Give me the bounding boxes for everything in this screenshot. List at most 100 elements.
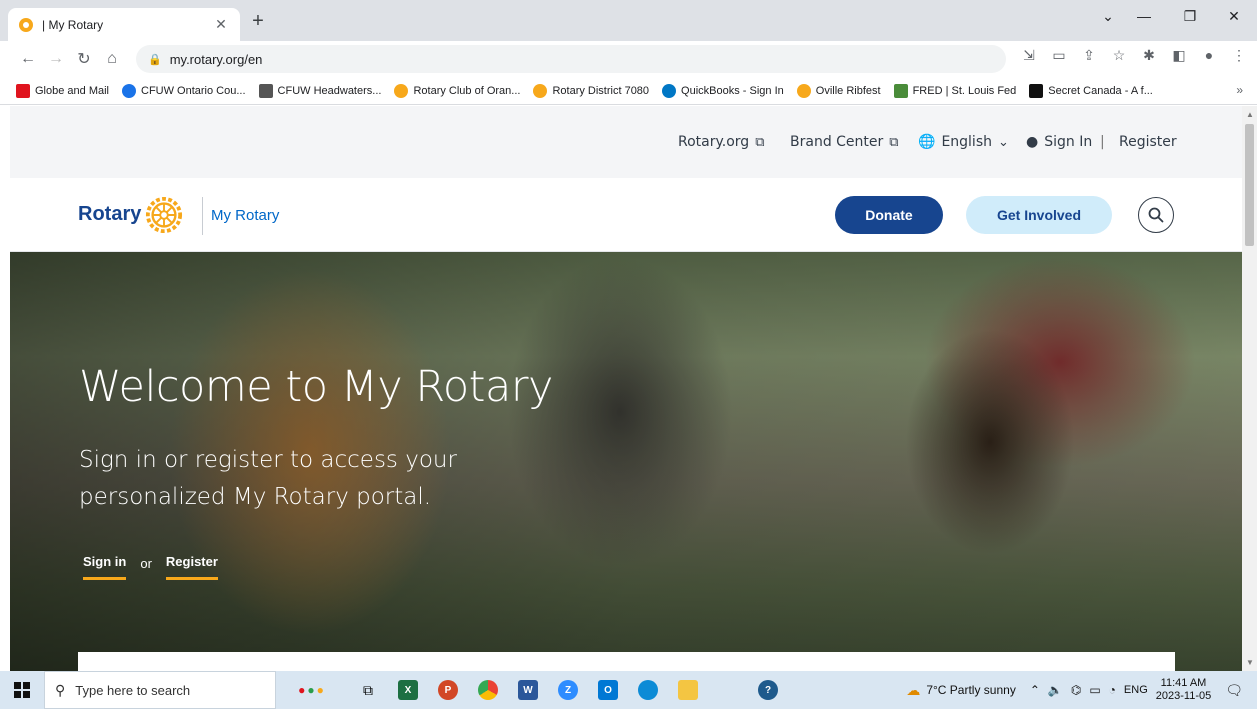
new-tab-icon[interactable]: + — [246, 10, 270, 34]
browser-tab[interactable]: | My Rotary ✕ — [8, 8, 240, 41]
tray-chevron-up-icon[interactable]: ⌃ — [1030, 683, 1040, 697]
page-viewport: Rotary.org ⧉ Brand Center ⧉ 🌐 English ⌄ ● Sig… — [10, 106, 1242, 671]
register-link[interactable]: Register — [1119, 134, 1177, 150]
bookmark-item[interactable]: CFUW Headwaters... — [258, 83, 381, 98]
sign-in-link[interactable]: ● Sign In — [1026, 134, 1092, 150]
my-rotary-label[interactable]: My Rotary — [211, 207, 279, 224]
bookmark-item[interactable]: Oville Ribfest — [796, 83, 881, 98]
minimize-icon[interactable]: — — [1121, 0, 1167, 32]
search-icon: ⚲ — [55, 681, 66, 698]
notifications-icon[interactable]: 🗨 — [1225, 682, 1243, 699]
word-icon[interactable]: W — [508, 671, 548, 709]
file-explorer-icon[interactable] — [668, 671, 708, 709]
utility-separator: | — [1100, 134, 1105, 150]
reload-icon[interactable]: ↻ — [70, 45, 98, 73]
scroll-down-icon[interactable]: ▼ — [1246, 658, 1254, 667]
excel-icon[interactable]: X — [388, 671, 428, 709]
network-icon[interactable]: ⌬ — [1071, 683, 1081, 697]
search-button[interactable] — [1138, 197, 1174, 233]
hero-register-link[interactable]: Register — [165, 554, 218, 580]
search-highlight-icon[interactable]: ●●● — [276, 671, 348, 709]
clock-time: 11:41 AM — [1160, 677, 1207, 689]
task-view-icon[interactable]: ⧉ — [348, 671, 388, 709]
back-icon[interactable]: ← — [14, 45, 42, 73]
lock-icon: 🔒 — [148, 53, 162, 66]
globe-icon — [122, 83, 136, 98]
search-icon — [1148, 207, 1164, 223]
donate-button[interactable]: Donate — [835, 196, 943, 234]
weather-text[interactable]: 7°C Partly sunny — [926, 683, 1016, 697]
menu-icon[interactable]: ⋮ — [1228, 47, 1250, 64]
brand-center-link[interactable]: Brand Center ⧉ — [790, 134, 899, 150]
bookmark-star-icon[interactable]: ☆ — [1108, 47, 1130, 64]
bookmarks-bar: Globe and Mail CFUW Ontario Cou... CFUW … — [0, 77, 1257, 105]
bookmark-item[interactable]: Globe and Mail — [16, 83, 109, 98]
rotary-wheel-icon — [796, 83, 811, 98]
bookmark-item[interactable]: FRED | St. Louis Fed — [893, 83, 1016, 98]
maple-leaf-icon — [16, 83, 30, 98]
windows-start-button[interactable] — [0, 671, 44, 709]
wifi-icon[interactable]: ◔ — [1109, 683, 1116, 697]
hero-title: Welcome to My Rotary — [79, 362, 554, 412]
bookmark-item[interactable]: Rotary District 7080 — [533, 83, 649, 98]
language-selector[interactable]: 🌐 English ⌄ — [918, 134, 1009, 150]
language-indicator[interactable]: ENG — [1124, 684, 1148, 696]
address-bar[interactable]: 🔒 my.rotary.org/en — [136, 45, 1006, 73]
chevron-down-icon: ⌄ — [998, 134, 1009, 150]
get-involved-button[interactable]: Get Involved — [966, 196, 1112, 234]
rotary-wheel-icon — [533, 83, 548, 98]
install-icon[interactable]: ⇲ — [1018, 47, 1040, 64]
hero-sign-in-link[interactable]: Sign in — [83, 554, 127, 580]
rotary-org-link[interactable]: Rotary.org ⧉ — [678, 134, 765, 150]
edge-icon[interactable] — [628, 671, 668, 709]
weather-icon[interactable]: ☁ — [906, 682, 920, 699]
quickbooks-icon — [662, 83, 677, 98]
content-card — [78, 652, 1175, 671]
tab-title: | My Rotary — [42, 17, 104, 32]
side-panel-icon[interactable]: ◧ — [1168, 47, 1190, 64]
restore-icon[interactable]: ❐ — [1167, 0, 1213, 32]
page-scrollbar[interactable]: ▲ ▼ — [1242, 106, 1257, 671]
bookmark-item[interactable]: Secret Canada - A f... — [1029, 83, 1153, 98]
rotary-favicon-icon — [19, 17, 33, 32]
external-link-icon: ⧉ — [889, 134, 899, 150]
rotary-wheel-icon[interactable] — [145, 196, 183, 234]
home-icon[interactable]: ⌂ — [98, 45, 126, 73]
extensions-icon[interactable]: ✱ — [1138, 47, 1160, 64]
battery-icon[interactable]: ▭ — [1089, 683, 1100, 697]
close-window-icon[interactable]: ✕ — [1211, 0, 1257, 32]
zoom-icon[interactable]: Z — [548, 671, 588, 709]
forward-icon[interactable]: → — [42, 45, 70, 73]
header-divider — [202, 197, 203, 235]
chart-icon — [893, 83, 908, 98]
volume-icon[interactable]: 🔈 — [1048, 683, 1063, 697]
close-tab-icon[interactable]: ✕ — [212, 16, 230, 33]
outlook-icon[interactable]: O — [588, 671, 628, 709]
bookmark-item[interactable]: QuickBooks - Sign In — [662, 83, 784, 98]
reader-icon[interactable]: ▭ — [1048, 47, 1070, 64]
profile-icon[interactable]: ● — [1198, 47, 1220, 64]
taskbar-search[interactable]: ⚲ Type here to search — [44, 671, 276, 709]
taskbar-clock[interactable]: 11:41 AM 2023-11-05 — [1156, 677, 1211, 703]
powerpoint-icon[interactable]: P — [428, 671, 468, 709]
bookmark-item[interactable]: CFUW Ontario Cou... — [122, 83, 246, 98]
help-icon[interactable]: ? — [748, 671, 788, 709]
bookmarks-overflow-icon[interactable]: » — [1236, 83, 1243, 97]
toolbar-actions: ⇲ ▭ ⇪ ☆ ✱ ◧ ● ⋮ — [1018, 47, 1250, 64]
scrollbar-thumb[interactable] — [1245, 124, 1254, 246]
bookmark-item[interactable]: Rotary Club of Oran... — [394, 83, 520, 98]
windows-logo-icon — [14, 682, 30, 698]
hero-or-text: or — [140, 555, 152, 571]
browser-tabstrip: | My Rotary ✕ + ⌄ — ❐ ✕ — [0, 0, 1257, 41]
bird-icon — [258, 83, 273, 98]
chrome-icon[interactable] — [468, 671, 508, 709]
rotary-logo-text[interactable]: Rotary — [78, 203, 141, 226]
external-link-icon: ⧉ — [755, 134, 765, 150]
globe-icon: 🌐 — [918, 134, 936, 150]
url-text: my.rotary.org/en — [169, 51, 263, 67]
system-tray: ☁ 7°C Partly sunny ⌃ 🔈 ⌬ ▭ ◔ ENG 11:41 A… — [906, 671, 1257, 709]
share-icon[interactable]: ⇪ — [1078, 47, 1100, 64]
scroll-up-icon[interactable]: ▲ — [1246, 110, 1254, 119]
hero-actions: Sign in or Register — [83, 554, 218, 580]
windows-taskbar: ⚲ Type here to search ●●● ⧉ X P W Z O ? … — [0, 671, 1257, 709]
